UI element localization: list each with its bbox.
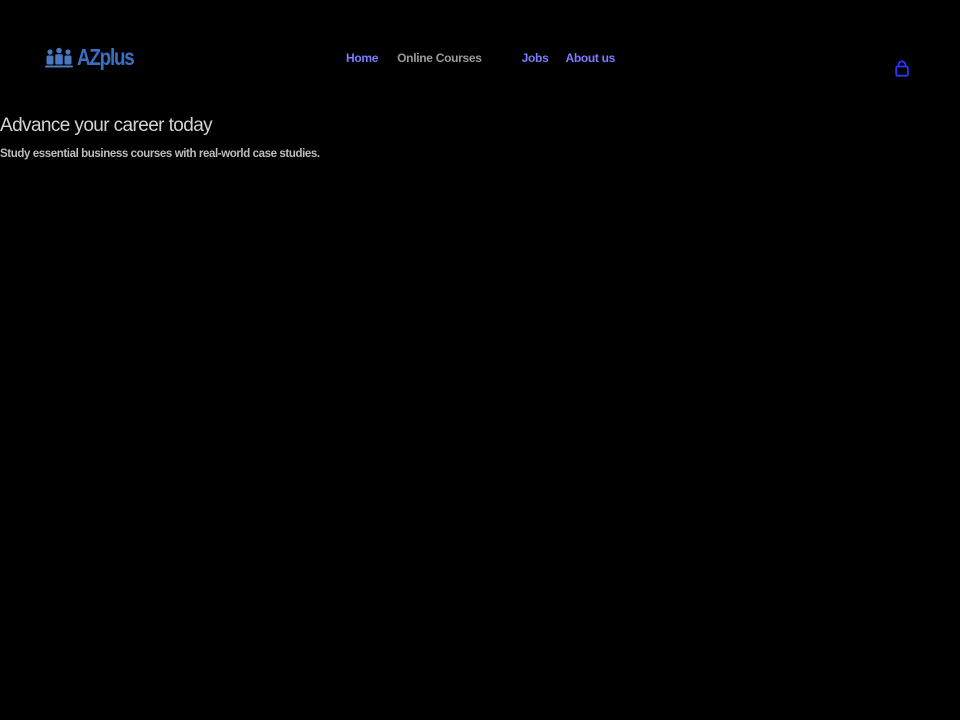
hero-subtitle: Study essential business courses with re… — [0, 148, 320, 160]
people-group-icon — [45, 47, 73, 68]
nav-item-jobs[interactable]: Jobs — [522, 50, 549, 66]
site-header: AZplus Home Online Courses Jobs About us — [0, 0, 960, 110]
hero-title: Advance your career today — [0, 115, 213, 136]
brand-name: AZplus — [77, 44, 135, 70]
nav-item-home[interactable]: Home — [346, 50, 378, 66]
nav-item-online-courses[interactable]: Online Courses — [397, 50, 482, 66]
cart-button[interactable] — [893, 60, 911, 78]
nav-item-about-us[interactable]: About us — [565, 50, 615, 66]
logo[interactable]: AZplus — [45, 44, 146, 70]
shopping-bag-icon — [895, 60, 909, 77]
hero-section: Advance your career today Study essentia… — [0, 114, 320, 161]
main-nav: Home Online Courses Jobs About us — [346, 50, 615, 66]
